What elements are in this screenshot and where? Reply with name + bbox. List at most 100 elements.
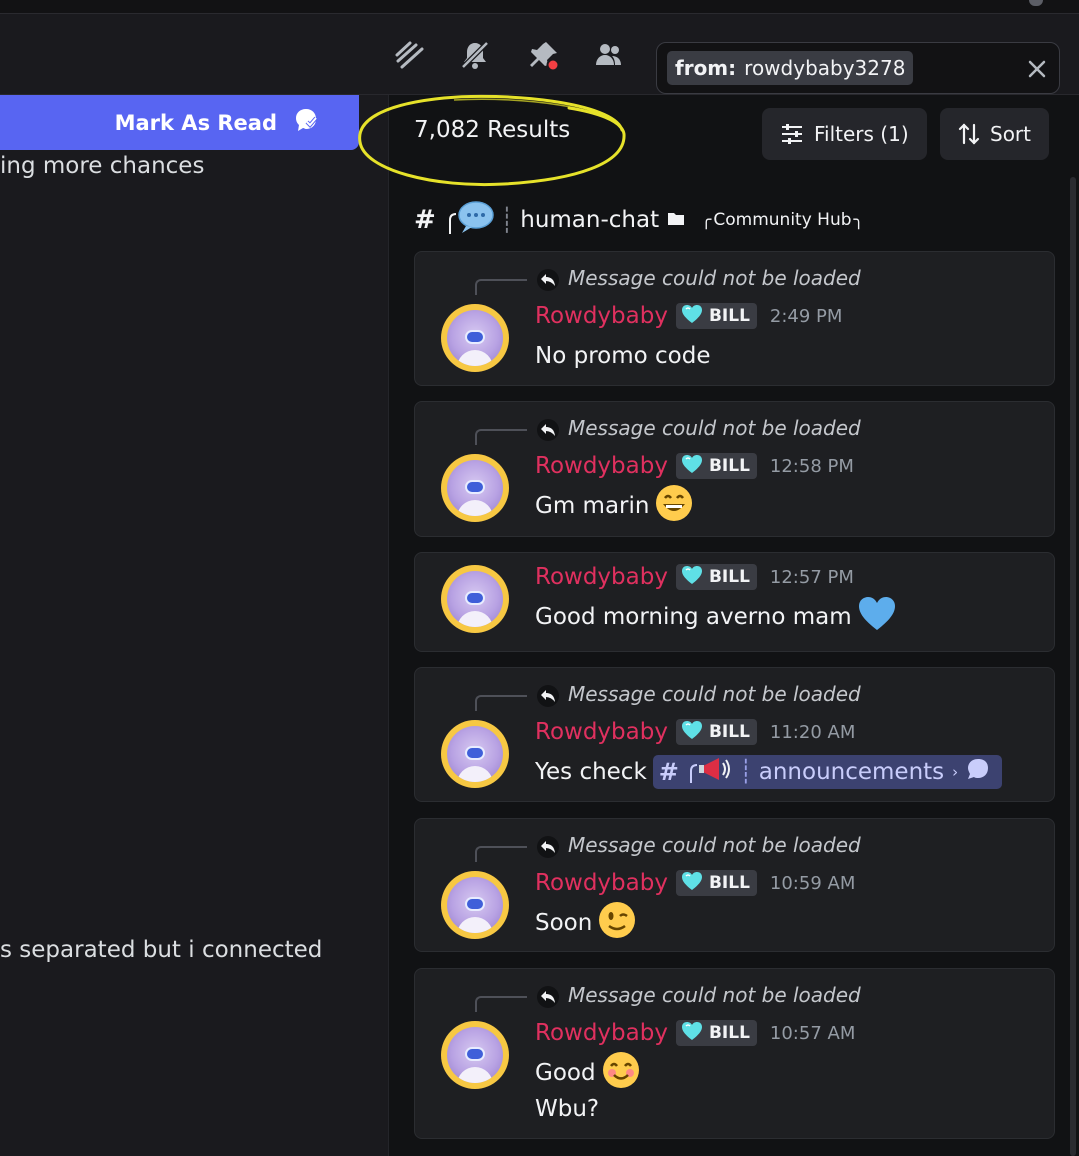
- message-header: Rowdybaby BILL 12:57 PM: [535, 564, 854, 590]
- reply-arrow-icon: [537, 685, 559, 707]
- message-text: Soon: [535, 910, 593, 936]
- author-name[interactable]: Rowdybaby: [535, 564, 668, 590]
- winking-face-emoji-icon: [598, 901, 636, 945]
- filters-button[interactable]: Filters (1): [762, 108, 927, 160]
- reply-connector: [475, 996, 527, 1012]
- message-content: Soon: [535, 902, 636, 940]
- avatar-image: [447, 726, 503, 782]
- message-content: Gm marin: [535, 485, 693, 523]
- mark-as-read-button[interactable]: Mark As Read: [0, 95, 359, 150]
- reply-connector: [475, 846, 527, 862]
- role-tag-label: BILL: [708, 1023, 750, 1043]
- reply-preview-text: Message could not be loaded: [568, 682, 861, 706]
- avatar[interactable]: [441, 454, 509, 522]
- search-result-card[interactable]: Message could not be loaded Rowdybaby BI…: [414, 667, 1055, 802]
- message-text: Yes check: [535, 759, 647, 785]
- author-name[interactable]: Rowdybaby: [535, 303, 668, 329]
- channel-header: from: rowdybaby3278: [0, 14, 1079, 95]
- heart-icon: [681, 1021, 703, 1046]
- filters-label: Filters (1): [814, 122, 909, 146]
- mention-channel-name: announcements: [758, 759, 945, 785]
- reply-preview-text: Message could not be loaded: [568, 833, 861, 857]
- message-header: Rowdybaby BILL 12:58 PM: [535, 453, 854, 479]
- role-tag[interactable]: BILL: [675, 303, 757, 329]
- avatar[interactable]: [441, 565, 509, 633]
- reply-arrow-icon: [537, 836, 559, 858]
- folder-icon: [667, 210, 685, 230]
- channel-name: human-chat: [520, 207, 660, 233]
- heart-icon: [681, 304, 703, 329]
- speech-bubble-icon: [446, 200, 498, 240]
- search-input[interactable]: from: rowdybaby3278: [656, 42, 1060, 94]
- sort-label: Sort: [990, 122, 1031, 146]
- threads-icon[interactable]: [393, 38, 427, 72]
- role-tag[interactable]: BILL: [675, 1020, 757, 1046]
- results-count: 7,082 Results: [414, 117, 571, 143]
- message-content: Wbu?: [535, 1092, 599, 1126]
- text-channel-icon: #: [658, 758, 679, 786]
- message-text: Good: [535, 1060, 596, 1086]
- reply-arrow-icon: [537, 269, 559, 291]
- role-tag[interactable]: BILL: [675, 870, 757, 896]
- thread-bubble-icon: [966, 758, 990, 786]
- category-name-prefix: ╭: [701, 210, 712, 230]
- reply-arrow-icon: [537, 986, 559, 1008]
- blue-heart-emoji-icon: [858, 596, 896, 638]
- mark-read-icon: [293, 107, 319, 138]
- avatar-image: [447, 460, 503, 516]
- author-name[interactable]: Rowdybaby: [535, 719, 668, 745]
- search-result-card[interactable]: Message could not be loaded Rowdybaby BI…: [414, 401, 1055, 537]
- filter-value: rowdybaby3278: [744, 56, 906, 80]
- search-result-card[interactable]: Rowdybaby BILL 12:57 PM Good morning ave…: [414, 552, 1055, 652]
- message-text: Wbu?: [535, 1096, 600, 1122]
- avatar[interactable]: [441, 720, 509, 788]
- separator: ┊: [738, 759, 753, 785]
- author-name[interactable]: Rowdybaby: [535, 1020, 668, 1046]
- reply-arrow-icon: [537, 419, 559, 441]
- avatar[interactable]: [441, 304, 509, 372]
- search-result-card[interactable]: Message could not be loaded Rowdybaby BI…: [414, 251, 1055, 386]
- role-tag[interactable]: BILL: [675, 453, 757, 479]
- author-name[interactable]: Rowdybaby: [535, 453, 668, 479]
- search-filter-chip[interactable]: from: rowdybaby3278: [667, 51, 914, 85]
- timestamp: 12:58 PM: [769, 455, 854, 477]
- reply-connector: [475, 695, 527, 711]
- heart-icon: [681, 720, 703, 745]
- grinning-face-emoji-icon: [655, 484, 693, 528]
- category-name: Community Hub: [713, 210, 852, 230]
- heart-icon: [681, 871, 703, 896]
- message-header: Rowdybaby BILL 2:49 PM: [535, 303, 842, 329]
- avatar[interactable]: [441, 871, 509, 939]
- timestamp: 12:57 PM: [769, 566, 854, 588]
- chat-message-text: ing more chances: [0, 153, 205, 179]
- results-scrollbar[interactable]: [1070, 177, 1076, 1156]
- role-tag-label: BILL: [708, 722, 750, 742]
- search-result-card[interactable]: Message could not be loaded Rowdybaby BI…: [414, 818, 1055, 952]
- reply-connector: [475, 429, 527, 445]
- message-text: Gm marin: [535, 493, 650, 519]
- smiling-face-emoji-icon: [602, 1051, 640, 1095]
- avatar-image: [447, 571, 503, 627]
- filters-icon: [782, 124, 802, 144]
- separator: ┊: [499, 206, 515, 234]
- channel-mention[interactable]: # ┊ announcements ›: [652, 754, 1003, 790]
- author-name[interactable]: Rowdybaby: [535, 870, 668, 896]
- search-result-card[interactable]: Message could not be loaded Rowdybaby BI…: [414, 968, 1055, 1139]
- reply-preview-text: Message could not be loaded: [568, 266, 861, 290]
- heart-icon: [681, 565, 703, 590]
- pin-icon[interactable]: [527, 38, 561, 72]
- role-tag[interactable]: BILL: [675, 719, 757, 745]
- megaphone-icon: [689, 754, 733, 790]
- message-header: Rowdybaby BILL 11:20 AM: [535, 719, 855, 745]
- mute-bell-icon[interactable]: [458, 38, 492, 72]
- role-tag[interactable]: BILL: [675, 564, 757, 590]
- window-top-strip: [0, 0, 1079, 14]
- message-content: Yes check # ┊ announcements ›: [535, 754, 1003, 790]
- text-channel-icon: #: [414, 205, 436, 235]
- avatar-image: [447, 310, 503, 366]
- sort-button[interactable]: Sort: [940, 108, 1049, 160]
- avatar[interactable]: [441, 1021, 509, 1089]
- clear-search-icon[interactable]: [1025, 57, 1049, 81]
- members-icon[interactable]: [592, 38, 626, 72]
- result-channel-header[interactable]: # ┊ human-chat ╭ Community Hub ╮: [414, 200, 864, 240]
